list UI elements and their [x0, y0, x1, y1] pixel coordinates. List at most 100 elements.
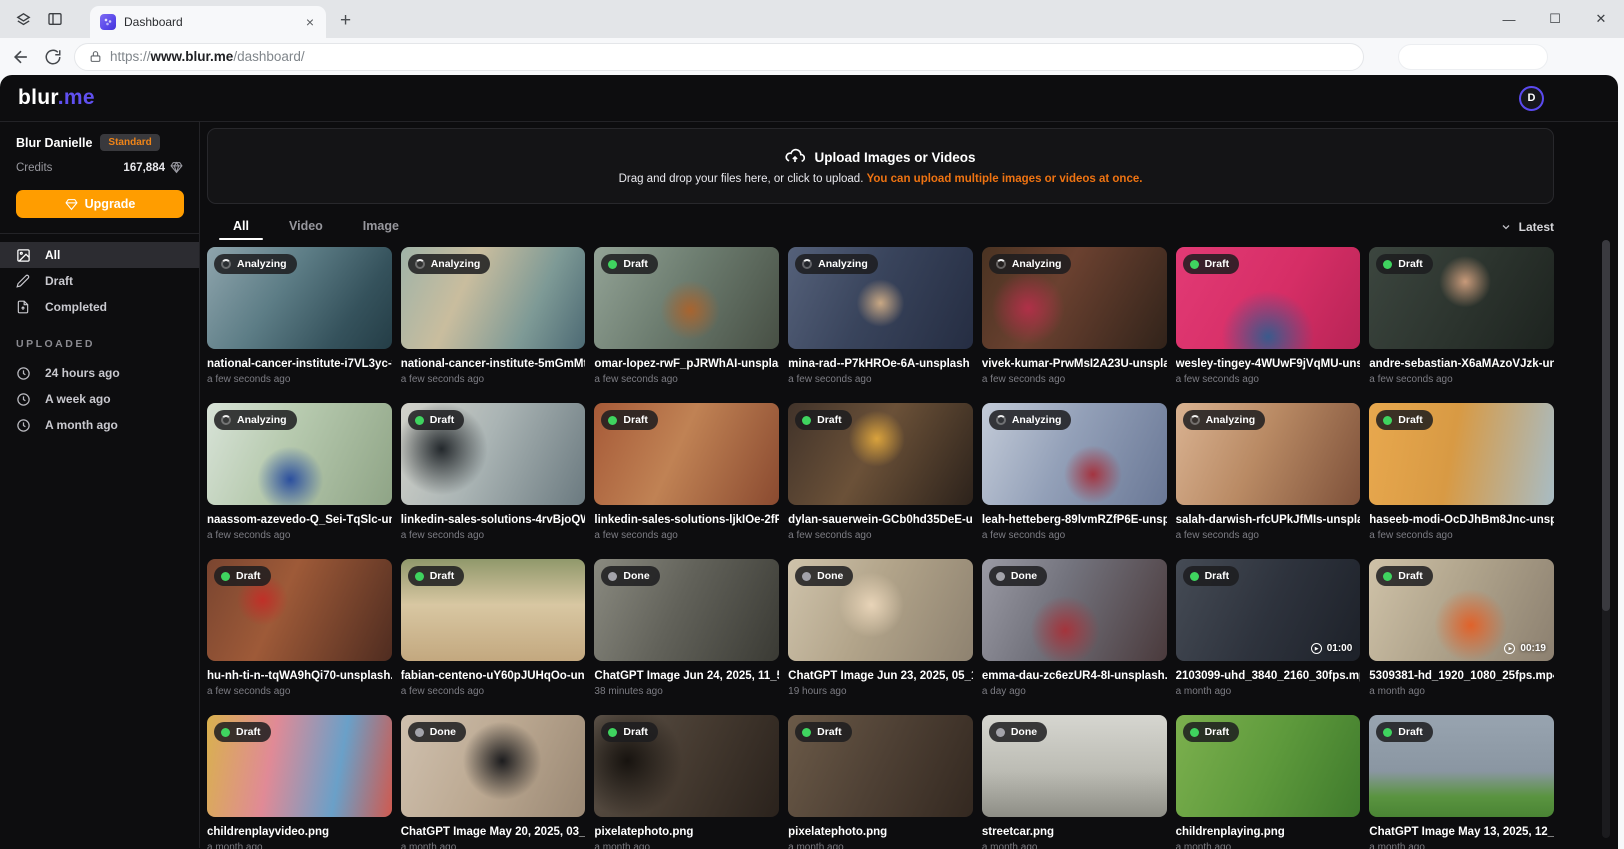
uploaded-filter-a-month-ago[interactable]: A month ago: [0, 412, 199, 438]
status-dot-icon: [608, 572, 617, 581]
status-badge: Draft: [1183, 254, 1240, 274]
media-card[interactable]: DoneChatGPT Image Jun 24, 2025, 11_55_45…: [594, 559, 779, 697]
media-thumbnail[interactable]: Analyzing: [401, 247, 586, 349]
media-card[interactable]: Draftchildrenplayvideo.pnga month ago: [207, 715, 392, 849]
tab-video[interactable]: Video: [289, 219, 323, 240]
file-check-icon: [16, 300, 32, 314]
media-thumbnail[interactable]: Draft: [401, 559, 586, 661]
workspaces-icon[interactable]: [14, 10, 32, 28]
window-close-button[interactable]: ✕: [1578, 0, 1624, 38]
tab-close-icon[interactable]: ×: [304, 14, 316, 30]
media-thumbnail[interactable]: Analyzing: [788, 247, 973, 349]
media-card[interactable]: Drafthu-nh-ti-n--tqWA9hQi70-unsplash.jpg…: [207, 559, 392, 697]
media-card[interactable]: Draftchildrenplaying.pnga month ago: [1176, 715, 1361, 849]
media-thumbnail[interactable]: Draft: [1369, 247, 1554, 349]
blurme-logo[interactable]: blur.me: [18, 86, 95, 110]
media-thumbnail[interactable]: Draft: [594, 403, 779, 505]
media-card[interactable]: Analyzingnational-cancer-institute-i7VL3…: [207, 247, 392, 385]
status-badge: Draft: [795, 410, 852, 430]
status-label: Draft: [1398, 414, 1423, 426]
status-label: Draft: [623, 726, 648, 738]
media-card[interactable]: Analyzingnational-cancer-institute-5mGmM…: [401, 247, 586, 385]
media-card[interactable]: Draftpixelatephoto.pnga month ago: [788, 715, 973, 849]
media-card[interactable]: Draftfabian-centeno-uY60pJUHqOo-unsplash…: [401, 559, 586, 697]
media-filename: ChatGPT Image May 13, 2025, 12_46_48 ...: [1369, 826, 1554, 838]
refresh-icon[interactable]: [42, 46, 64, 68]
media-thumbnail[interactable]: Draft: [207, 559, 392, 661]
sidebar-item-draft[interactable]: Draft: [0, 268, 199, 294]
media-card[interactable]: Draft▶00:195309381-hd_1920_1080_25fps.mp…: [1369, 559, 1554, 697]
grid-scrollbar[interactable]: [1602, 240, 1610, 838]
window-maximize-button[interactable]: ☐: [1532, 0, 1578, 38]
uploaded-filter-24-hours-ago[interactable]: 24 hours ago: [0, 360, 199, 386]
media-timestamp: a month ago: [982, 842, 1167, 849]
sidebar-item-completed[interactable]: Completed: [0, 294, 199, 320]
media-card[interactable]: DoneChatGPT Image May 20, 2025, 03_42_05…: [401, 715, 586, 849]
media-card[interactable]: Draftlinkedin-sales-solutions-4rvBjoQWER…: [401, 403, 586, 541]
media-card[interactable]: Draft ChatGPT Image May 13, 2025, 12_46_4…: [1369, 715, 1554, 849]
tab-image[interactable]: Image: [363, 219, 399, 240]
media-thumbnail[interactable]: Draft: [207, 715, 392, 817]
media-thumbnail[interactable]: Draft: [1369, 403, 1554, 505]
status-label: Draft: [236, 726, 261, 738]
media-thumbnail[interactable]: Draft: [401, 403, 586, 505]
browser-tab-dashboard[interactable]: Dashboard ×: [90, 6, 326, 38]
sidebar-item-all[interactable]: All: [0, 242, 199, 268]
media-filename: mina-rad--P7kHROe-6A-unsplash (1).jpg: [788, 358, 973, 370]
media-card[interactable]: Doneemma-dau-zc6ezUR4-8I-unsplash.jpga d…: [982, 559, 1167, 697]
upgrade-button[interactable]: Upgrade: [16, 190, 184, 218]
media-thumbnail[interactable]: Draft: [1176, 715, 1361, 817]
site-favicon: [100, 14, 116, 30]
media-card[interactable]: Drafthaseeb-modi-OcDJhBm8Jnc-unsplash.jp…: [1369, 403, 1554, 541]
grid-scrollbar-thumb[interactable]: [1602, 240, 1610, 611]
media-card[interactable]: Analyzingsalah-darwish-rfcUPkJfMIs-unspl…: [1176, 403, 1361, 541]
media-thumbnail[interactable]: Done: [401, 715, 586, 817]
media-thumbnail[interactable]: Done: [788, 559, 973, 661]
media-card[interactable]: Draftwesley-tingey-4WUwF9jVqMU-unsplash.…: [1176, 247, 1361, 385]
new-tab-button[interactable]: +: [340, 10, 351, 32]
media-thumbnail[interactable]: Draft: [594, 715, 779, 817]
upload-dropzone[interactable]: Upload Images or Videos Drag and drop yo…: [207, 128, 1554, 204]
media-thumbnail[interactable]: Analyzing: [982, 403, 1167, 505]
media-thumbnail[interactable]: Analyzing: [207, 403, 392, 505]
browser-tab-strip: Dashboard × + — ☐ ✕: [0, 0, 1624, 38]
media-thumbnail[interactable]: Draft: [788, 403, 973, 505]
status-badge: Analyzing: [795, 254, 878, 274]
media-card[interactable]: Analyzingvivek-kumar-PrwMsI2A23U-unsplas…: [982, 247, 1167, 385]
user-avatar[interactable]: D: [1519, 86, 1544, 111]
browser-toolbar: https://www.blur.me/dashboard/: [0, 38, 1624, 75]
media-card[interactable]: Analyzingnaassom-azevedo-Q_Sei-TqSlc-uns…: [207, 403, 392, 541]
media-card[interactable]: Draftdylan-sauerwein-GCb0hd35DeE-unspla.…: [788, 403, 973, 541]
media-card[interactable]: Draftpixelatephoto.pnga month ago: [594, 715, 779, 849]
window-minimize-button[interactable]: —: [1486, 0, 1532, 38]
back-icon[interactable]: [10, 46, 32, 68]
toolbar-extension-area[interactable]: [1398, 44, 1548, 70]
media-thumbnail[interactable]: Done: [982, 559, 1167, 661]
media-thumbnail[interactable]: Draft: [1369, 715, 1554, 817]
media-thumbnail[interactable]: Analyzing: [207, 247, 392, 349]
media-card[interactable]: Draftlinkedin-sales-solutions-ljkIOe-2fF…: [594, 403, 779, 541]
uploaded-filter-a-week-ago[interactable]: A week ago: [0, 386, 199, 412]
media-thumbnail[interactable]: Draft: [594, 247, 779, 349]
sidebar: Blur Danielle Standard Credits 167,884 U…: [0, 122, 200, 848]
media-card[interactable]: Analyzingleah-hetteberg-89lvmRZfP6E-unsp…: [982, 403, 1167, 541]
media-timestamp: a few seconds ago: [401, 530, 586, 541]
media-card[interactable]: Draft▶01:002103099-uhd_3840_2160_30fps.m…: [1176, 559, 1361, 697]
media-thumbnail[interactable]: Analyzing: [982, 247, 1167, 349]
url-bar[interactable]: https://www.blur.me/dashboard/: [74, 43, 1364, 71]
media-thumbnail[interactable]: Draft: [788, 715, 973, 817]
media-thumbnail[interactable]: Analyzing: [1176, 403, 1361, 505]
media-thumbnail[interactable]: Done: [594, 559, 779, 661]
media-card[interactable]: Draftandre-sebastian-X6aMAzoVJzk-unsplas…: [1369, 247, 1554, 385]
media-thumbnail[interactable]: Draft▶00:19: [1369, 559, 1554, 661]
tab-all[interactable]: All: [233, 219, 249, 240]
media-thumbnail[interactable]: Draft▶01:00: [1176, 559, 1361, 661]
media-thumbnail[interactable]: Done: [982, 715, 1167, 817]
sort-dropdown[interactable]: Latest: [1500, 220, 1554, 240]
media-card[interactable]: Donestreetcar.pnga month ago: [982, 715, 1167, 849]
media-card[interactable]: Analyzing mina-rad--P7kHROe-6A-unsplash (…: [788, 247, 973, 385]
media-card[interactable]: DoneChatGPT Image Jun 23, 2025, 05_13_08…: [788, 559, 973, 697]
media-thumbnail[interactable]: Draft: [1176, 247, 1361, 349]
media-card[interactable]: Draftomar-lopez-rwF_pJRWhAI-unsplash.jpg…: [594, 247, 779, 385]
tab-search-icon[interactable]: [46, 10, 64, 28]
